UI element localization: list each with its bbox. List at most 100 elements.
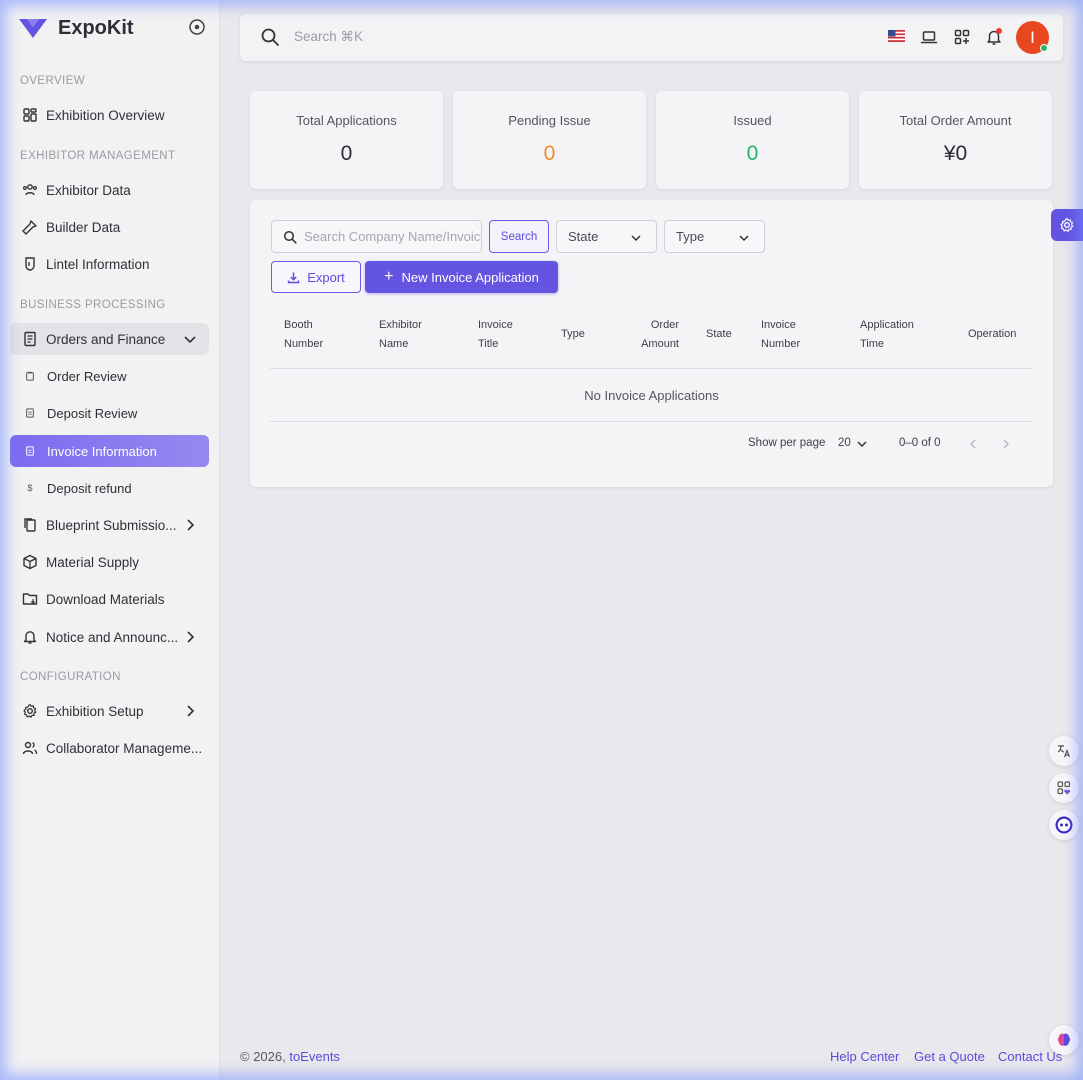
- column-header-operation: Operation: [968, 325, 1016, 344]
- export-button[interactable]: Export: [271, 261, 361, 293]
- get-a-quote-link[interactable]: Get a Quote: [914, 1049, 985, 1064]
- contact-us-link[interactable]: Contact Us: [998, 1049, 1062, 1064]
- sidebar-item-label: Deposit Review: [47, 405, 138, 421]
- laptop-icon[interactable]: [920, 28, 938, 46]
- header-line: Invoice: [478, 319, 513, 331]
- sidebar-item-label: Orders and Finance: [46, 331, 166, 347]
- online-status-dot: [1040, 44, 1048, 52]
- chevron-down-icon: [184, 336, 196, 344]
- sidebar-subitem-order-review[interactable]: Order Review: [10, 360, 209, 392]
- folder-download-icon: [22, 591, 38, 607]
- sidebar-item-collaborator-management[interactable]: Collaborator Manageme...: [10, 732, 209, 764]
- collapse-sidebar-icon[interactable]: [188, 18, 206, 36]
- column-header-application-time[interactable]: Application Time: [860, 316, 914, 353]
- translate-icon: [1057, 745, 1071, 758]
- company-search-input[interactable]: Search Company Name/Invoice: [271, 220, 482, 253]
- sidebar-item-builder-data[interactable]: Builder Data: [10, 211, 209, 243]
- state-select[interactable]: State: [556, 220, 657, 253]
- header-line: Exhibitor: [379, 319, 422, 331]
- sidebar-item-orders-and-finance[interactable]: Orders and Finance: [10, 323, 209, 355]
- people-icon: [22, 740, 38, 756]
- sidebar-item-material-supply[interactable]: Material Supply: [10, 546, 209, 578]
- chevron-down-icon[interactable]: [856, 438, 868, 450]
- stat-card-total-applications: Total Applications 0: [250, 91, 443, 189]
- search-button[interactable]: Search: [489, 220, 549, 253]
- apps-add-icon[interactable]: [953, 28, 971, 46]
- stat-label: Total Order Amount: [899, 113, 1012, 128]
- type-select[interactable]: Type: [664, 220, 765, 253]
- sidebar-subitem-invoice-information[interactable]: Invoice Information: [10, 435, 209, 467]
- next-page-icon[interactable]: [1000, 438, 1012, 450]
- assistant-button[interactable]: [1049, 810, 1079, 840]
- invoice-icon: [24, 445, 36, 457]
- copy-document-icon: [22, 517, 38, 533]
- header-line: Type: [561, 328, 585, 340]
- sidebar-item-label: Builder Data: [46, 219, 121, 235]
- pagination-range: 0–0 of 0: [899, 437, 941, 449]
- sidebar-item-label: Exhibition Setup: [46, 703, 144, 719]
- brand-name: ExpoKit: [58, 16, 134, 39]
- sidebar-item-blueprint-submission[interactable]: Blueprint Submissio...: [10, 509, 209, 541]
- section-configuration: CONFIGURATION: [20, 671, 121, 683]
- search-icon[interactable]: [260, 27, 280, 47]
- sidebar-item-label: Invoice Information: [47, 443, 157, 459]
- sidebar-item-label: Notice and Announc...: [46, 629, 179, 645]
- gear-icon: [22, 703, 38, 719]
- stat-label: Total Applications: [296, 113, 397, 128]
- theme-settings-button[interactable]: [1051, 209, 1083, 241]
- dollar-icon: $: [27, 483, 33, 493]
- sidebar-item-label: Download Materials: [46, 591, 165, 607]
- new-invoice-application-button[interactable]: + New Invoice Application: [365, 261, 558, 293]
- search-icon: [283, 230, 297, 244]
- gear-icon: [1060, 217, 1074, 232]
- company-link[interactable]: toEvents: [289, 1049, 340, 1064]
- global-search-input[interactable]: Search ⌘K: [294, 29, 363, 45]
- column-header-type[interactable]: Type: [561, 325, 585, 344]
- sidebar-item-download-materials[interactable]: Download Materials: [10, 583, 209, 615]
- sidebar-subitem-deposit-refund[interactable]: $ Deposit refund: [10, 472, 209, 504]
- brand[interactable]: ExpoKit: [18, 14, 134, 42]
- sidebar-item-lintel-information[interactable]: Lintel Information: [10, 248, 209, 280]
- header-line: State: [706, 328, 732, 340]
- chevron-right-icon: [187, 705, 195, 717]
- sidebar-item-label: Collaborator Manageme...: [46, 740, 203, 756]
- column-header-order-amount[interactable]: Order Amount: [636, 316, 679, 353]
- section-business-processing: BUSINESS PROCESSING: [20, 299, 166, 311]
- column-header-booth-number[interactable]: Booth Number: [284, 316, 323, 353]
- column-header-invoice-title[interactable]: Invoice Title: [478, 316, 513, 353]
- help-center-link[interactable]: Help Center: [830, 1049, 899, 1064]
- chevron-down-icon: [739, 235, 749, 242]
- sidebar-item-label: Deposit refund: [47, 480, 132, 496]
- header-line: Operation: [968, 328, 1017, 340]
- brain-icon: [1057, 1033, 1071, 1046]
- hammer-icon: [22, 219, 38, 235]
- apps-heart-button[interactable]: [1049, 773, 1079, 803]
- column-header-invoice-number[interactable]: Invoice Number: [761, 316, 800, 353]
- chevron-right-icon: [187, 519, 195, 531]
- us-flag-icon[interactable]: [888, 30, 905, 42]
- apps-heart-icon: [1057, 781, 1071, 795]
- users-icon: [22, 182, 38, 198]
- sidebar: ExpoKit OVERVIEW Exhibition Overview EXH…: [0, 0, 220, 1080]
- header-line: Number: [761, 337, 801, 350]
- per-page-select[interactable]: 20: [838, 437, 851, 449]
- table-header-divider: [270, 368, 1032, 369]
- translate-button[interactable]: [1049, 736, 1079, 766]
- previous-page-icon[interactable]: [967, 438, 979, 450]
- sidebar-item-exhibitor-data[interactable]: Exhibitor Data: [10, 174, 209, 206]
- copyright-text: © 2026,: [240, 1049, 290, 1064]
- box-icon: [22, 554, 38, 570]
- receipt-icon: [22, 331, 38, 347]
- bot-face-icon: [1055, 816, 1073, 834]
- stat-label: Pending Issue: [508, 113, 591, 128]
- sidebar-item-notice-and-announcements[interactable]: Notice and Announc...: [10, 621, 209, 653]
- column-header-exhibitor-name[interactable]: Exhibitor Name: [379, 316, 422, 353]
- sidebar-item-exhibition-overview[interactable]: Exhibition Overview: [10, 99, 209, 131]
- header-line: Title: [478, 337, 499, 350]
- section-exhibitor-management: EXHIBITOR MANAGEMENT: [20, 150, 176, 162]
- column-header-state[interactable]: State: [706, 325, 732, 344]
- sidebar-subitem-deposit-review[interactable]: Deposit Review: [10, 397, 209, 429]
- sidebar-item-exhibition-setup[interactable]: Exhibition Setup: [10, 695, 209, 727]
- header-line: Time: [860, 337, 885, 350]
- chevron-down-icon: [631, 235, 641, 242]
